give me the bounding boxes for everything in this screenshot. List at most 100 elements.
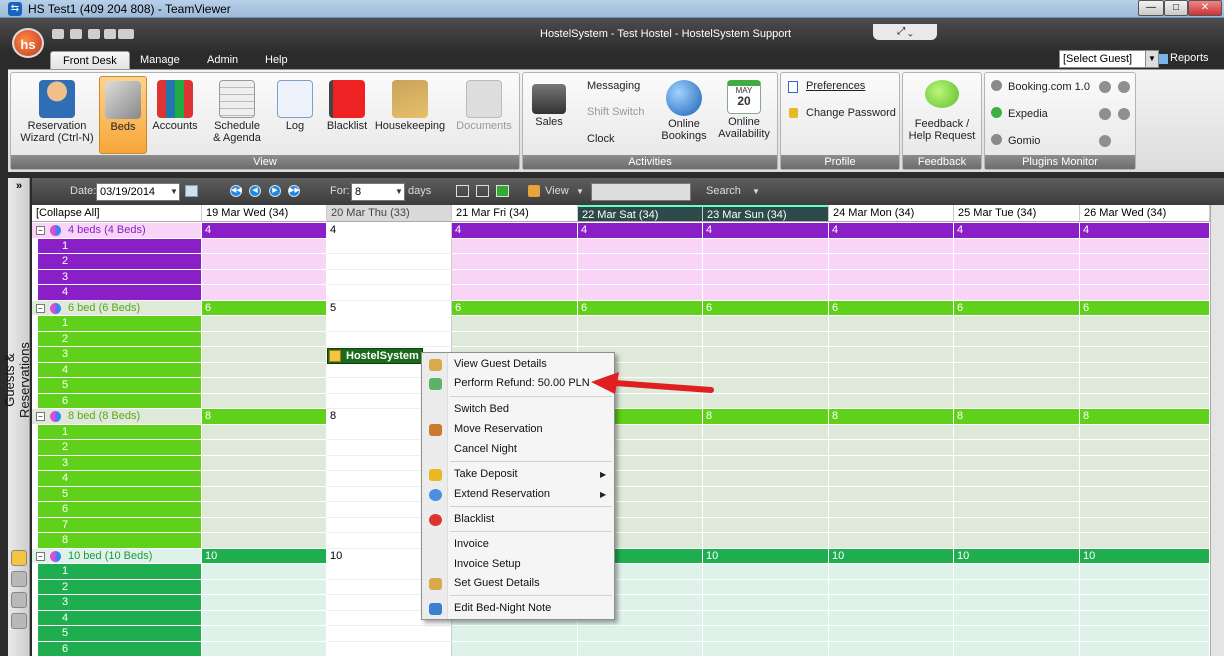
bed-night-cell[interactable] — [829, 424, 954, 440]
bed-night-cell[interactable] — [703, 579, 829, 595]
bed-night-cell[interactable] — [703, 610, 829, 626]
bed-night-cell[interactable] — [202, 424, 327, 440]
teamviewer-panel-toggle[interactable]: ⤢ ⌄ — [873, 24, 937, 40]
qat-icon[interactable] — [52, 29, 64, 39]
group-name[interactable]: 8 bed (8 Beds) — [32, 409, 202, 425]
bed-night-cell[interactable] — [1080, 533, 1210, 549]
bed-night-cell[interactable] — [829, 486, 954, 502]
clock-button[interactable]: Clock — [587, 133, 615, 145]
bed-night-cell[interactable] — [202, 533, 327, 549]
bed-night-cell[interactable] — [829, 564, 954, 580]
menu-item-perform-refund[interactable]: Perform Refund: 50.00 PLN — [454, 377, 590, 389]
reservation-wizard-button[interactable]: Reservation Wizard (Ctrl-N) — [16, 76, 98, 154]
bed-night-cell[interactable] — [452, 254, 578, 270]
bed-night-cell[interactable] — [327, 641, 452, 656]
collapse-all-button[interactable]: [Collapse All] — [32, 205, 202, 222]
bed-label[interactable]: 2 — [38, 254, 202, 270]
bed-label[interactable]: 6 — [38, 641, 202, 656]
availability-count[interactable]: 10 — [1080, 548, 1210, 564]
menu-item-invoice-setup[interactable]: Invoice Setup — [454, 558, 521, 570]
bed-night-cell[interactable] — [327, 316, 452, 332]
bed-night-cell[interactable] — [954, 641, 1080, 656]
bed-night-cell[interactable] — [202, 626, 327, 642]
bed-night-cell[interactable] — [954, 331, 1080, 347]
bed-night-cell[interactable] — [703, 269, 829, 285]
close-icon[interactable]: ✕ — [1188, 0, 1222, 16]
bed-night-cell[interactable] — [1080, 579, 1210, 595]
bed-night-cell[interactable] — [452, 331, 578, 347]
bed-night-cell[interactable] — [202, 579, 327, 595]
bed-label[interactable]: 6 — [38, 393, 202, 409]
bed-night-cell[interactable] — [954, 393, 1080, 409]
availability-count[interactable]: 4 — [452, 223, 578, 239]
bed-night-cell[interactable] — [703, 254, 829, 270]
last-page-icon[interactable]: ▶▶ — [288, 185, 300, 197]
menu-item-cancel-night[interactable]: Cancel Night — [454, 443, 517, 455]
bed-night-cell[interactable] — [954, 347, 1080, 363]
bed-night-cell[interactable] — [1080, 440, 1210, 456]
bed-night-cell[interactable] — [452, 641, 578, 656]
bed-night-cell[interactable] — [703, 331, 829, 347]
bed-night-cell[interactable] — [703, 564, 829, 580]
availability-count[interactable]: 6 — [954, 300, 1080, 316]
plugin-booking[interactable]: Booking.com 1.0 — [991, 80, 1090, 93]
bed-night-cell[interactable] — [202, 455, 327, 471]
bed-label[interactable]: 3 — [38, 595, 202, 611]
preferences-button[interactable]: Preferences — [806, 80, 865, 92]
availability-count[interactable]: 4 — [1080, 223, 1210, 239]
bed-night-cell[interactable] — [954, 626, 1080, 642]
bed-night-cell[interactable] — [1080, 455, 1210, 471]
availability-count[interactable]: 8 — [954, 409, 1080, 425]
bed-night-cell[interactable] — [703, 316, 829, 332]
bed-night-cell[interactable] — [703, 440, 829, 456]
bed-night-cell[interactable] — [202, 393, 327, 409]
minimize-icon[interactable]: — — [1138, 0, 1164, 16]
bed-night-cell[interactable] — [1080, 378, 1210, 394]
tab-admin[interactable]: Admin — [195, 51, 250, 69]
first-page-icon[interactable]: ◀◀ — [230, 185, 242, 197]
plugin-status-icon[interactable] — [1118, 81, 1130, 93]
bed-night-cell[interactable] — [829, 285, 954, 301]
qat-icon[interactable] — [88, 29, 100, 39]
bed-night-cell[interactable] — [829, 269, 954, 285]
availability-count[interactable]: 10 — [703, 548, 829, 564]
reports-button[interactable]: Reports — [1170, 52, 1209, 64]
bed-night-cell[interactable] — [703, 486, 829, 502]
menu-item-invoice[interactable]: Invoice — [454, 538, 489, 550]
next-page-icon[interactable]: ▶ — [269, 185, 281, 197]
bed-label[interactable]: 5 — [38, 378, 202, 394]
housekeeping-button[interactable]: Housekeeping — [374, 76, 446, 154]
availability-count[interactable]: 8 — [703, 409, 829, 425]
bed-night-cell[interactable] — [829, 455, 954, 471]
bed-night-cell[interactable] — [202, 316, 327, 332]
qat-icon[interactable] — [118, 29, 134, 39]
bed-night-cell[interactable] — [1080, 486, 1210, 502]
availability-count[interactable]: 4 — [327, 223, 452, 239]
bed-night-cell[interactable] — [703, 455, 829, 471]
bed-night-cell[interactable] — [829, 579, 954, 595]
tools-icon[interactable] — [11, 613, 27, 629]
availability-count[interactable]: 4 — [703, 223, 829, 239]
bed-night-cell[interactable] — [1080, 610, 1210, 626]
bed-label[interactable]: 2 — [38, 331, 202, 347]
bed-night-cell[interactable] — [703, 533, 829, 549]
accounts-button[interactable]: Accounts — [149, 76, 201, 154]
log-button[interactable]: Log — [272, 76, 318, 154]
plugin-status-icon[interactable] — [1099, 81, 1111, 93]
menu-item-extend-reservation[interactable]: Extend Reservation — [454, 488, 550, 500]
bed-night-cell[interactable] — [1080, 269, 1210, 285]
expand-panel-button[interactable]: » — [10, 180, 28, 200]
bed-night-cell[interactable] — [578, 238, 703, 254]
bed-night-cell[interactable] — [202, 641, 327, 656]
prev-page-icon[interactable]: ◀ — [249, 185, 261, 197]
qat-icon[interactable] — [104, 29, 116, 39]
bed-night-cell[interactable] — [829, 347, 954, 363]
bed-night-cell[interactable] — [452, 285, 578, 301]
bed-night-cell[interactable] — [1080, 347, 1210, 363]
search-input[interactable] — [591, 183, 691, 201]
bed-label[interactable]: 2 — [38, 579, 202, 595]
availability-count[interactable]: 10 — [954, 548, 1080, 564]
bed-night-cell[interactable] — [954, 517, 1080, 533]
bed-night-cell[interactable] — [202, 269, 327, 285]
bed-label[interactable]: 3 — [38, 347, 202, 363]
